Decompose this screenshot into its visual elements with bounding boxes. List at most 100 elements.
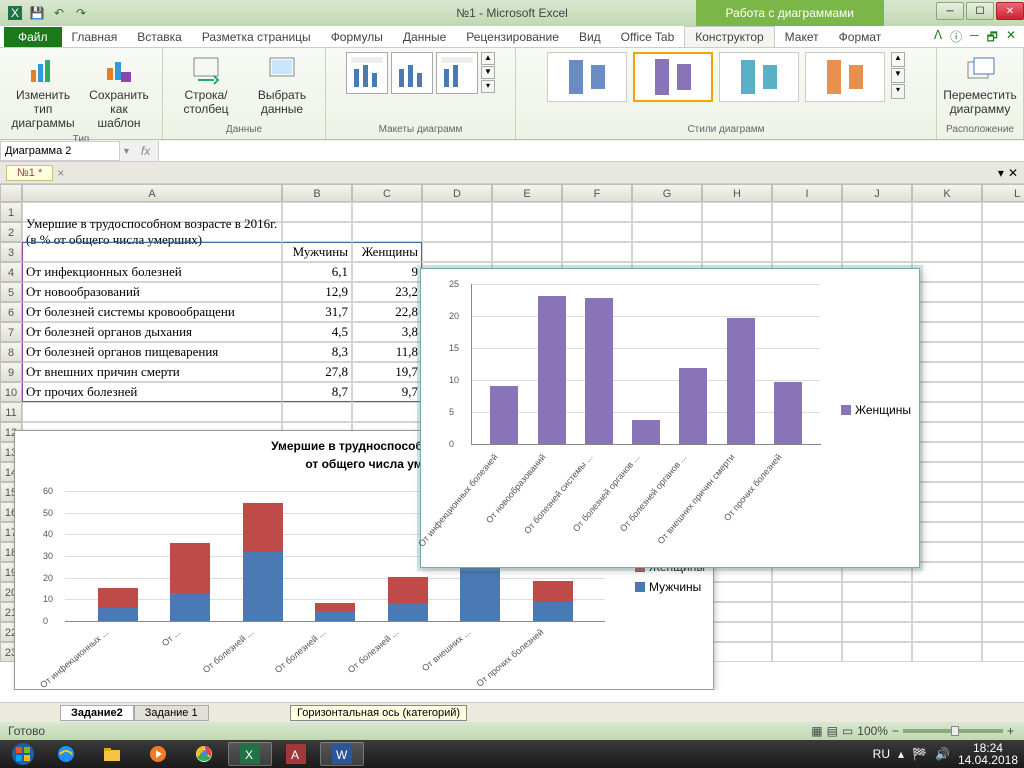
cell[interactable] <box>982 402 1024 422</box>
cell[interactable]: 8,7 <box>282 382 352 402</box>
cell[interactable]: От прочих болезней <box>22 382 282 402</box>
cell[interactable] <box>772 202 842 222</box>
cell[interactable] <box>912 262 982 282</box>
name-box[interactable]: Диаграмма 2 <box>0 141 120 161</box>
tab-format[interactable]: Формат <box>829 27 892 47</box>
cell[interactable] <box>842 602 912 622</box>
cell[interactable]: Женщины <box>352 242 422 262</box>
cell[interactable] <box>842 582 912 602</box>
style-thumb-1[interactable] <box>547 52 627 102</box>
chart-bar[interactable] <box>533 602 573 621</box>
cell[interactable] <box>632 242 702 262</box>
minimize-ribbon-icon[interactable]: ᐱ <box>934 28 942 49</box>
tab-view[interactable]: Вид <box>569 27 611 47</box>
cell[interactable] <box>912 382 982 402</box>
chart-bar[interactable] <box>774 382 802 444</box>
chart-bar[interactable] <box>243 503 283 552</box>
cell[interactable]: 11,8 <box>352 342 422 362</box>
cell[interactable] <box>982 342 1024 362</box>
taskbar-access[interactable]: A <box>274 742 318 766</box>
cell[interactable] <box>772 222 842 242</box>
cell[interactable] <box>352 402 422 422</box>
sheet-tab-2[interactable]: Задание2 <box>60 705 134 721</box>
taskbar-ie[interactable] <box>44 742 88 766</box>
zoom-out-icon[interactable]: − <box>892 724 899 738</box>
doc-dropdown-icon[interactable]: ▾ <box>998 166 1004 180</box>
row-header[interactable]: 6 <box>0 302 22 322</box>
cell[interactable] <box>982 362 1024 382</box>
tab-insert[interactable]: Вставка <box>127 27 192 47</box>
cell[interactable]: 27,8 <box>282 362 352 382</box>
sheet-tab-1[interactable]: Задание 1 <box>134 705 209 721</box>
cell[interactable] <box>492 242 562 262</box>
tray-volume-icon[interactable]: 🔊 <box>935 747 950 761</box>
cell[interactable] <box>982 562 1024 582</box>
cell[interactable] <box>702 242 772 262</box>
cell[interactable] <box>912 282 982 302</box>
name-box-dropdown-icon[interactable]: ▼ <box>120 146 133 156</box>
cell[interactable] <box>842 202 912 222</box>
cell[interactable] <box>702 202 772 222</box>
chart-bar[interactable] <box>585 298 613 444</box>
cell[interactable] <box>982 202 1024 222</box>
select-data-button[interactable]: Выбрать данные <box>247 52 317 118</box>
cell[interactable] <box>282 402 352 422</box>
cell[interactable] <box>772 622 842 642</box>
tab-formulas[interactable]: Формулы <box>321 27 393 47</box>
cell[interactable]: От болезней системы кровообращени <box>22 302 282 322</box>
cell[interactable] <box>982 422 1024 442</box>
move-chart-button[interactable]: Переместить диаграмму <box>945 52 1015 118</box>
chart-bar[interactable] <box>98 588 138 608</box>
tray-arrow-icon[interactable]: ▴ <box>898 747 904 761</box>
cell[interactable] <box>282 222 352 242</box>
fx-icon[interactable]: fx <box>133 144 158 158</box>
cell[interactable] <box>982 642 1024 662</box>
chart-bar[interactable] <box>460 561 500 621</box>
cell[interactable]: 31,7 <box>282 302 352 322</box>
row-header[interactable]: 5 <box>0 282 22 302</box>
cell[interactable] <box>772 642 842 662</box>
chart-bar[interactable] <box>679 368 707 444</box>
scroll-down-icon[interactable]: ▼ <box>481 66 495 79</box>
cell[interactable] <box>912 302 982 322</box>
cell[interactable] <box>912 222 982 242</box>
doc-tab[interactable]: №1 * <box>6 165 53 181</box>
scroll-up-icon[interactable]: ▲ <box>891 52 905 67</box>
cell[interactable] <box>982 282 1024 302</box>
tab-page-layout[interactable]: Разметка страницы <box>192 27 321 47</box>
cell[interactable]: 3,8 <box>352 322 422 342</box>
style-thumb-2[interactable] <box>633 52 713 102</box>
taskbar-excel[interactable]: X <box>228 742 272 766</box>
row-header[interactable]: 10 <box>0 382 22 402</box>
cell[interactable] <box>982 242 1024 262</box>
taskbar-explorer[interactable] <box>90 742 134 766</box>
undo-icon[interactable]: ↶ <box>50 4 68 22</box>
col-header[interactable]: J <box>842 184 912 202</box>
cell[interactable] <box>912 202 982 222</box>
cell[interactable] <box>912 362 982 382</box>
col-header[interactable]: A <box>22 184 282 202</box>
switch-row-column-button[interactable]: Строка/столбец <box>171 52 241 118</box>
cell[interactable] <box>912 642 982 662</box>
chart-bar[interactable] <box>538 296 566 444</box>
cell[interactable] <box>772 602 842 622</box>
cell[interactable] <box>982 602 1024 622</box>
row-header[interactable]: 2 <box>0 222 22 242</box>
chart-bar[interactable] <box>170 593 210 621</box>
col-header[interactable]: F <box>562 184 632 202</box>
taskbar-chrome[interactable] <box>182 742 226 766</box>
cell[interactable] <box>22 242 282 262</box>
cell[interactable]: От болезней органов дыхания <box>22 322 282 342</box>
tab-office-tab[interactable]: Office Tab <box>611 27 685 47</box>
tray-clock[interactable]: 18:24 14.04.2018 <box>958 742 1018 766</box>
cell[interactable] <box>912 402 982 422</box>
style-thumb-4[interactable] <box>805 52 885 102</box>
cell[interactable]: Умершие в трудоспособном возрасте в 2016… <box>22 222 282 242</box>
cell[interactable] <box>912 622 982 642</box>
cell[interactable]: 22,8 <box>352 302 422 322</box>
cell[interactable]: 9,7 <box>352 382 422 402</box>
col-header[interactable]: H <box>702 184 772 202</box>
tray-lang[interactable]: RU <box>873 747 890 761</box>
row-header[interactable]: 11 <box>0 402 22 422</box>
maximize-button[interactable]: ☐ <box>966 2 994 20</box>
